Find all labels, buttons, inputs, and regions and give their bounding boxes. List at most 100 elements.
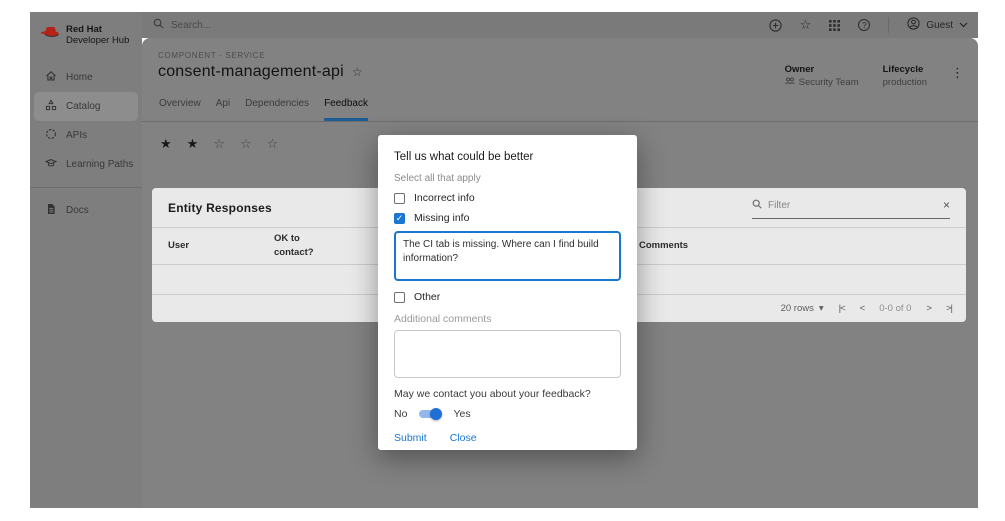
- catalog-icon: [45, 99, 57, 114]
- sidebar-item-learning-paths[interactable]: Learning Paths: [30, 150, 142, 179]
- tab-overview[interactable]: Overview: [159, 98, 201, 121]
- feedback-modal: Tell us what could be better Select all …: [378, 135, 637, 450]
- sidebar-item-home[interactable]: Home: [30, 63, 142, 92]
- search-icon: [153, 16, 164, 34]
- rating-star-2-icon[interactable]: ★: [187, 136, 199, 152]
- submit-button[interactable]: Submit: [394, 432, 427, 444]
- other-checkbox[interactable]: ✓: [394, 292, 405, 303]
- checkbox-row-incorrect-info: ✓ Incorrect info: [394, 192, 621, 204]
- apis-icon: [45, 128, 57, 143]
- sidebar-item-apis[interactable]: APIs: [30, 121, 142, 150]
- topbar-divider: [888, 17, 889, 33]
- checkbox-row-missing-info: ✓ Missing info: [394, 212, 621, 224]
- filter-clear-icon[interactable]: ×: [943, 199, 950, 211]
- filter-search-icon: [752, 196, 762, 214]
- topbar-actions: ☆ ? Guest: [769, 12, 968, 38]
- additional-comments-label: Additional comments: [394, 313, 621, 325]
- owner-label: Owner: [785, 64, 859, 75]
- topbar: ☆ ? Guest: [142, 12, 978, 38]
- sidebar-nav: Home Catalog APIs Learning Paths: [30, 63, 142, 225]
- rating-star-5-icon[interactable]: ☆: [267, 136, 279, 152]
- user-label: Guest: [926, 20, 953, 31]
- next-page-icon[interactable]: >: [926, 303, 931, 314]
- check-icon: ✓: [396, 292, 404, 303]
- toggle-off-label: No: [394, 408, 407, 420]
- modal-subtitle: Select all that apply: [394, 173, 621, 184]
- first-page-icon[interactable]: |<: [839, 303, 845, 314]
- table-filter[interactable]: ×: [752, 196, 950, 219]
- redhat-developer-hub-logo[interactable]: Red Hat Developer Hub: [30, 12, 142, 47]
- toggle-thumb: [430, 408, 442, 420]
- modal-title: Tell us what could be better: [394, 151, 621, 163]
- contact-toggle[interactable]: [418, 407, 442, 420]
- column-user[interactable]: User: [152, 239, 274, 253]
- tab-api[interactable]: Api: [216, 98, 230, 121]
- page-title: consent-management-api: [158, 63, 344, 81]
- rating-star-4-icon[interactable]: ☆: [240, 136, 252, 152]
- toggle-on-label: Yes: [453, 408, 470, 420]
- sidebar-item-docs[interactable]: Docs: [30, 196, 142, 225]
- contact-toggle-row: No Yes: [394, 407, 621, 420]
- group-icon: [785, 77, 795, 88]
- checkbox-label: Incorrect info: [414, 192, 475, 204]
- incorrect-info-checkbox[interactable]: ✓: [394, 193, 405, 204]
- lifecycle-value: production: [883, 77, 927, 88]
- sidebar-divider: [30, 187, 142, 188]
- favorites-star-icon[interactable]: ☆: [800, 17, 812, 33]
- rows-per-page-value: 20 rows: [781, 303, 814, 314]
- check-icon: ✓: [396, 213, 404, 224]
- owner-value[interactable]: Security Team: [799, 77, 859, 88]
- home-icon: [45, 70, 57, 85]
- sidebar-item-label: Home: [66, 72, 93, 83]
- caret-down-icon: ▾: [819, 303, 824, 314]
- apps-grid-icon[interactable]: [829, 20, 840, 31]
- learning-paths-icon: [45, 157, 57, 172]
- owner-block: Owner Security Team: [785, 64, 859, 88]
- additional-comments-area[interactable]: [394, 330, 621, 378]
- pagination-range: 0-0 of 0: [879, 303, 911, 314]
- redhat-fedora-icon: [40, 26, 60, 44]
- filter-input[interactable]: [768, 200, 937, 211]
- modal-actions: Submit Close: [394, 432, 621, 444]
- prev-page-icon[interactable]: <: [860, 303, 865, 314]
- entity-meta: Owner Security Team Lifecycle production…: [785, 64, 964, 88]
- logo-text: Red Hat Developer Hub: [66, 24, 129, 47]
- tab-dependencies[interactable]: Dependencies: [245, 98, 309, 121]
- sidebar-item-label: APIs: [66, 130, 87, 141]
- user-menu[interactable]: Guest: [907, 17, 968, 33]
- checkbox-row-other: ✓ Other: [394, 291, 621, 303]
- chevron-down-icon: [959, 20, 968, 31]
- sidebar-item-label: Learning Paths: [66, 159, 133, 170]
- kebab-menu-icon[interactable]: ⋮: [951, 64, 964, 79]
- lifecycle-label: Lifecycle: [883, 64, 927, 75]
- favorite-entity-star-icon[interactable]: ☆: [352, 65, 363, 79]
- help-icon[interactable]: ?: [858, 19, 870, 31]
- checkbox-label: Other: [414, 291, 440, 303]
- global-search[interactable]: [153, 12, 311, 38]
- create-icon[interactable]: [769, 19, 782, 32]
- checkbox-label: Missing info: [414, 212, 469, 224]
- card-title: Entity Responses: [168, 201, 272, 215]
- logo-line2: Developer Hub: [66, 35, 129, 46]
- logo-line1: Red Hat: [66, 24, 129, 35]
- docs-icon: [45, 203, 57, 218]
- rating-star-3-icon[interactable]: ☆: [213, 136, 225, 152]
- feedback-text-area[interactable]: The CI tab is missing. Where can I find …: [394, 231, 621, 281]
- column-comments[interactable]: Comments: [639, 239, 688, 253]
- missing-info-checkbox[interactable]: ✓: [394, 213, 405, 224]
- rows-per-page-select[interactable]: 20 rows ▾: [781, 303, 824, 314]
- sidebar-item-catalog[interactable]: Catalog: [34, 92, 138, 121]
- check-icon: ✓: [396, 193, 404, 204]
- breadcrumb: COMPONENT - SERVICE: [142, 38, 978, 60]
- sidebar-item-label: Docs: [66, 205, 89, 216]
- tab-feedback[interactable]: Feedback: [324, 98, 368, 121]
- column-ok-to-contact[interactable]: OK to contact?: [274, 232, 334, 260]
- sidebar-item-label: Catalog: [66, 101, 100, 112]
- sidebar: Red Hat Developer Hub Home Catalog: [30, 12, 142, 508]
- avatar-icon: [907, 17, 920, 33]
- rating-star-1-icon[interactable]: ★: [160, 136, 172, 152]
- close-button[interactable]: Close: [450, 432, 477, 444]
- last-page-icon[interactable]: >|: [946, 303, 952, 314]
- search-input[interactable]: [171, 20, 311, 31]
- contact-question: May we contact you about your feedback?: [394, 388, 621, 400]
